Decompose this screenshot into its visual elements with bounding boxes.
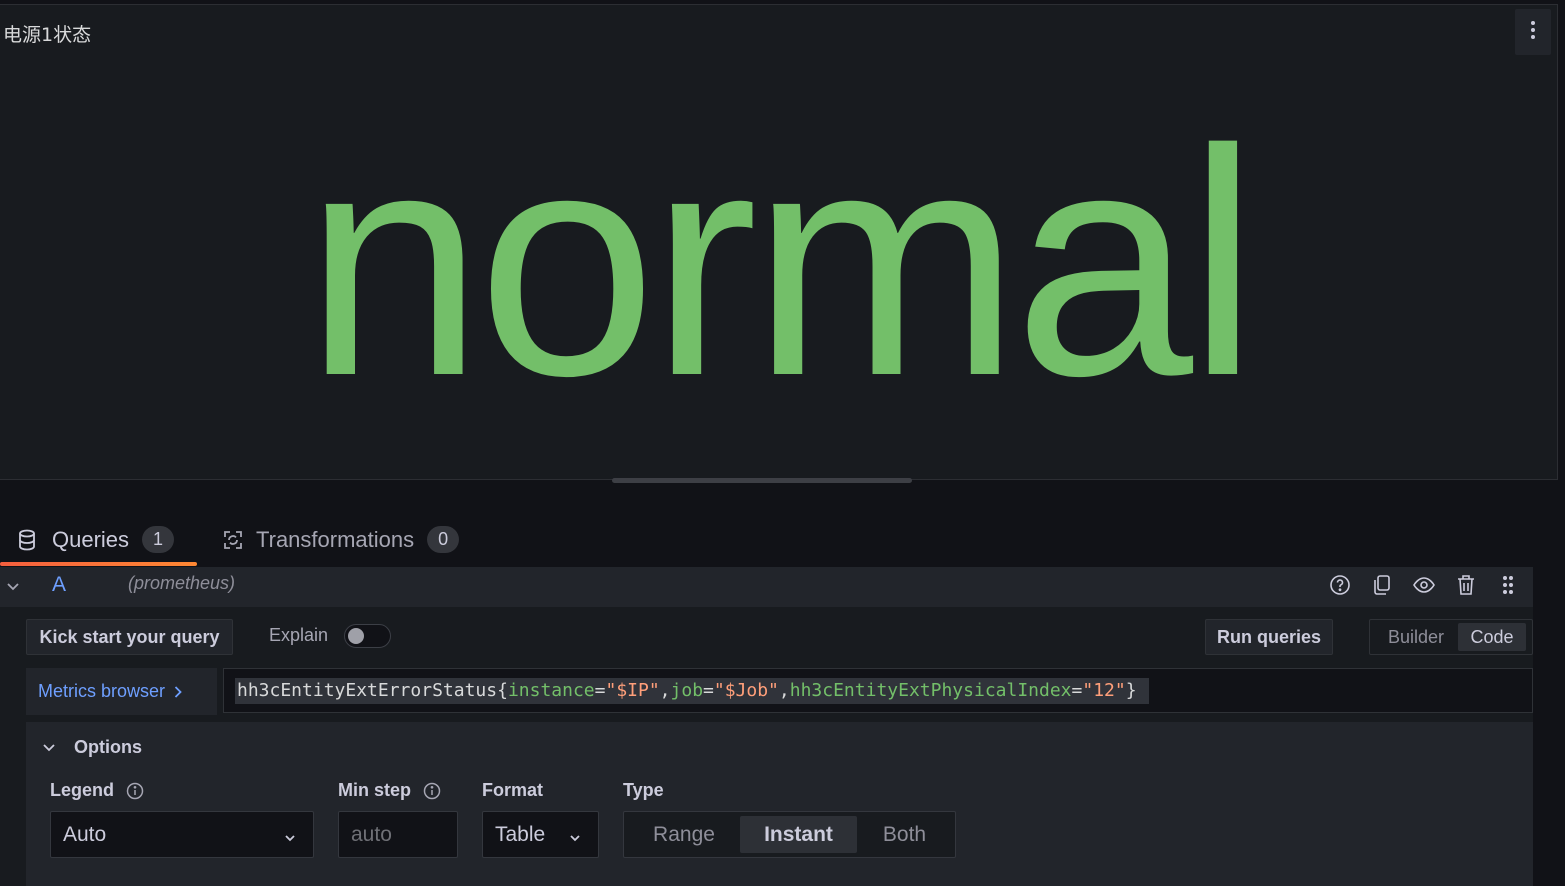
chevron-right-icon xyxy=(174,685,182,699)
tab-queries[interactable]: Queries 1 xyxy=(18,512,175,567)
expr-label-value: "$IP" xyxy=(605,680,660,701)
expr-open-brace: { xyxy=(497,680,508,701)
kick-start-button[interactable]: Kick start your query xyxy=(26,619,233,655)
expr-label-name: hh3cEntityExtPhysicalIndex xyxy=(789,680,1072,701)
stat-panel: 电源1状态 normal xyxy=(0,4,1558,480)
expr-metric: hh3cEntityExtErrorStatus xyxy=(237,680,498,701)
query-row-header: A (prometheus) xyxy=(0,567,1533,607)
query-row-body: Kick start your query Explain Run querie… xyxy=(0,607,1533,886)
info-icon[interactable] xyxy=(126,782,144,800)
format-label: Format xyxy=(482,780,544,800)
editor-mode-toggle: Builder Code xyxy=(1369,619,1533,655)
explain-label: Explain xyxy=(269,625,329,645)
legend-select[interactable]: Auto xyxy=(50,811,314,858)
format-select[interactable]: Table xyxy=(482,811,599,858)
metrics-browser-label: Metrics browser xyxy=(38,681,166,701)
panel-title: 电源1状态 xyxy=(3,24,92,46)
chevron-down-icon xyxy=(42,743,58,753)
type-radio-group: Range Instant Both xyxy=(623,811,956,858)
mode-code-option[interactable]: Code xyxy=(1458,623,1526,651)
type-label: Type xyxy=(623,780,664,800)
type-instant-option[interactable]: Instant xyxy=(740,816,857,853)
query-editor-area: A (prometheus) Kick start your query Exp… xyxy=(0,567,1565,886)
min-step-placeholder: auto xyxy=(351,822,392,846)
drag-handle-icon[interactable] xyxy=(1497,573,1519,597)
options-title: Options xyxy=(74,737,142,757)
tab-transformations[interactable]: Transformations 0 xyxy=(222,512,460,567)
metrics-browser-button[interactable]: Metrics browser xyxy=(26,668,217,715)
expr-label-value: "12" xyxy=(1082,680,1126,701)
min-step-input[interactable]: auto xyxy=(338,811,458,858)
editor-tabs: Queries 1 Transformations 0 xyxy=(0,512,1565,567)
query-datasource: (prometheus) xyxy=(128,573,236,593)
tab-transformations-label: Transformations xyxy=(256,526,415,552)
promql-expression[interactable]: hh3cEntityExtErrorStatus{instance="$IP",… xyxy=(235,678,1150,704)
chevron-down-icon[interactable] xyxy=(6,575,24,597)
format-value: Table xyxy=(495,822,546,846)
legend-label: Legend xyxy=(50,780,144,801)
eye-icon[interactable] xyxy=(1413,573,1435,597)
query-ref-id[interactable]: A xyxy=(52,573,66,597)
explain-toggle[interactable] xyxy=(344,624,391,648)
run-queries-button[interactable]: Run queries xyxy=(1205,619,1333,655)
query-actions xyxy=(1329,573,1519,597)
info-icon[interactable] xyxy=(423,782,441,800)
query-options: Options Legend Auto Min step auto Format… xyxy=(26,722,1533,886)
promql-code-editor[interactable]: hh3cEntityExtErrorStatus{instance="$IP",… xyxy=(223,668,1533,713)
expr-close-brace: } xyxy=(1125,680,1137,701)
expr-label-name: job xyxy=(670,680,704,701)
panel-resize-splitter[interactable] xyxy=(612,478,912,483)
tab-transformations-count: 0 xyxy=(427,526,460,553)
mode-builder-option[interactable]: Builder xyxy=(1374,623,1458,651)
chevron-down-icon xyxy=(568,827,582,851)
legend-value: Auto xyxy=(63,822,107,846)
help-icon[interactable] xyxy=(1329,573,1351,597)
chevron-down-icon xyxy=(283,827,297,851)
expr-label-value: "$Job" xyxy=(713,680,779,701)
panel-menu-button[interactable] xyxy=(1515,9,1551,55)
type-range-option[interactable]: Range xyxy=(628,816,740,853)
min-step-label: Min step xyxy=(338,780,441,801)
options-toggle[interactable]: Options xyxy=(42,737,142,758)
tab-queries-count: 1 xyxy=(142,526,175,553)
kebab-vertical-icon xyxy=(1530,20,1536,45)
tab-queries-label: Queries xyxy=(52,526,130,552)
expr-label-name: instance xyxy=(507,680,595,701)
trash-icon[interactable] xyxy=(1455,573,1477,597)
type-both-option[interactable]: Both xyxy=(857,816,952,853)
duplicate-icon[interactable] xyxy=(1371,573,1393,597)
stat-value: normal xyxy=(304,84,1258,443)
active-tab-indicator xyxy=(0,562,197,566)
transform-icon xyxy=(222,529,244,551)
database-icon xyxy=(18,529,40,551)
